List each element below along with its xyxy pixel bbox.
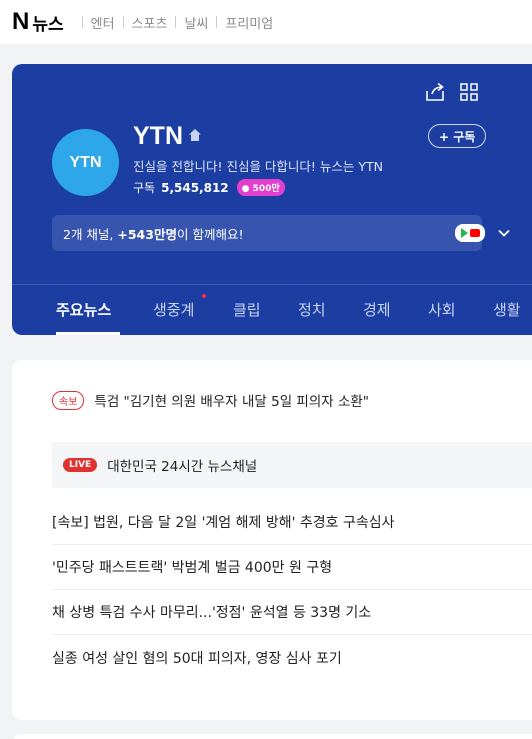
share-icon[interactable] [424,82,446,102]
subscribers-label: 구독 [133,181,156,195]
breaking-news-item[interactable]: 속보 특검 "김기현 의원 배우자 내달 5일 피의자 소환" [52,390,369,410]
nav-link-premium[interactable]: 프리미엄 [225,13,273,32]
subscribers-count: 5,545,812 [161,180,229,195]
headline-item[interactable]: '민주당 패스트트랙' 박범계 벌금 400만 원 구형 [52,545,532,590]
headline-item[interactable]: 실종 여성 살인 혐의 50대 피의자, 영장 심사 포기 [52,635,532,680]
nav-link-sports[interactable]: 스포츠 [132,13,168,32]
tab-life[interactable]: 생활 [493,299,521,320]
nav-link-weather[interactable]: 날씨 [184,13,208,32]
top-nav: N 뉴스 엔터 스포츠 날씨 프리미엄 [0,0,532,44]
subscriber-row: 구독 5,545,812 ● 500만 [133,179,285,196]
live-stream-bar[interactable]: LIVE 대한민국 24시간 뉴스채널 [52,442,532,488]
avatar-text: YTN [69,153,102,171]
channel-tabs: 주요뉴스 생중계 클립 정치 경제 사회 생활 [12,284,532,335]
channel-promo-bar[interactable]: 2개 채널, +543만명 이 함께해요! [52,215,510,251]
news-home-link[interactable]: 뉴스 [32,10,63,35]
tab-society[interactable]: 사회 [428,299,456,320]
subscribe-button[interactable]: + 구독 [428,124,487,148]
nav-divider [216,16,218,28]
grid-icon[interactable] [460,83,478,101]
chevron-down-icon[interactable] [497,226,511,240]
headline-item[interactable]: 채 상병 특검 수사 마무리...'정점' 윤석열 등 33명 기소 [52,590,532,635]
live-indicator-dot [202,294,206,298]
breaking-tag: 속보 [52,390,85,410]
nav-divider [175,16,177,28]
tab-main-news[interactable]: 주요뉴스 [56,299,111,320]
naver-logo[interactable]: N [12,8,29,36]
promo-audience: +543만명 [117,226,177,242]
tab-clip[interactable]: 클립 [233,299,261,320]
breaking-headline[interactable]: 특검 "김기현 의원 배우자 내달 5일 피의자 소환" [94,390,369,410]
channel-card: YTN YTN + 구독 진실을 전합니다! 진심을 다합니다! 뉴스는 YTN… [12,64,532,335]
active-tab-underline [56,332,120,335]
nav-link-entertainment[interactable]: 엔터 [91,13,115,32]
channel-name[interactable]: YTN [133,122,183,151]
play-icon [460,228,468,238]
live-title[interactable]: 대한민국 24시간 뉴스채널 [107,455,257,475]
tab-live[interactable]: 생중계 [153,299,194,320]
promo-channels: 2개 채널, [63,226,114,242]
tab-politics[interactable]: 정치 [298,299,326,320]
channel-description: 진실을 전합니다! 진심을 다합니다! 뉴스는 YTN [133,159,384,174]
next-card-edge [12,734,532,739]
nav-divider [122,16,124,28]
platform-icons [455,224,485,242]
news-list-card: 속보 특검 "김기현 의원 배우자 내달 5일 피의자 소환" LIVE 대한민… [12,360,532,720]
home-icon[interactable] [188,128,202,142]
tab-economy[interactable]: 경제 [363,299,391,320]
youtube-icon [469,229,480,237]
live-badge: LIVE [63,458,98,472]
headline-item[interactable]: [속보] 법원, 다음 달 2일 '계엄 해제 방해' 추경호 구속심사 [52,500,532,545]
milestone-badge: ● 500만 [236,179,285,196]
channel-avatar[interactable]: YTN [52,129,119,196]
nav-divider [81,16,83,28]
promo-suffix: 이 함께해요! [176,226,244,242]
